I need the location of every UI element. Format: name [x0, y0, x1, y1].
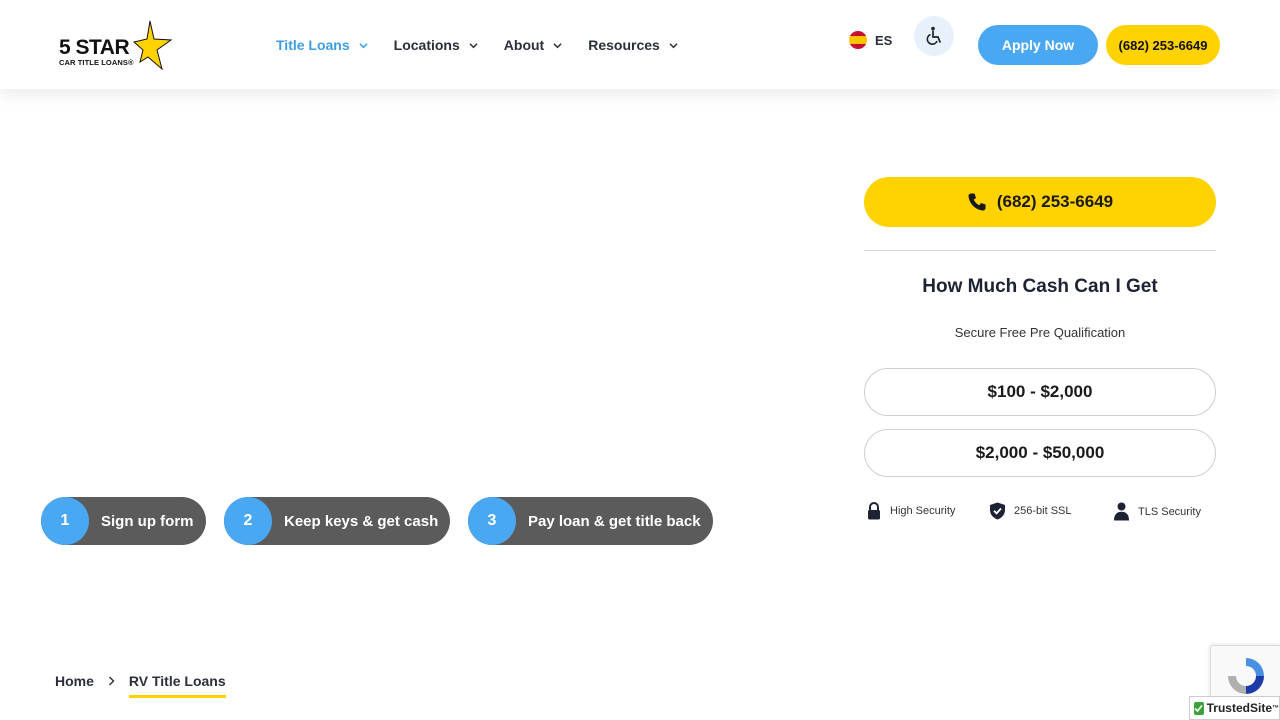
nav-item-resources[interactable]: Resources	[588, 37, 678, 53]
step-label: Sign up form	[101, 512, 194, 530]
step-number: 2	[224, 497, 272, 545]
step-label: Keep keys & get cash	[284, 512, 439, 530]
security-label: TLS Security	[1138, 505, 1201, 518]
sidebar-subtitle: Secure Free Pre Qualification	[954, 325, 1126, 340]
person-icon	[1114, 502, 1129, 521]
chevron-down-icon	[669, 42, 678, 48]
security-label: 256-bit SSL	[1014, 505, 1072, 517]
step-number: 1	[41, 497, 89, 545]
trustedsite-badge[interactable]: TrustedSite ™	[1189, 696, 1280, 720]
security-label: High Security	[890, 505, 956, 517]
wheelchair-icon	[926, 26, 941, 45]
security-ssl: 256-bit SSL	[989, 502, 1071, 520]
lock-icon	[868, 502, 880, 520]
logo-subtext: CAR TITLE LOANS®	[59, 58, 134, 67]
breadcrumb-home[interactable]: Home	[55, 673, 94, 689]
trustedsite-label: TrustedSite	[1206, 701, 1272, 715]
nav-item-label: Title Loans	[276, 37, 350, 53]
sidebar-phone-label: (682) 253-6649	[996, 192, 1114, 211]
shield-check-icon	[990, 502, 1005, 520]
chevron-right-icon	[108, 676, 115, 686]
nav-item-title-loans[interactable]: Title Loans	[276, 37, 368, 53]
range-button-small[interactable]: $100 - $2,000	[864, 368, 1216, 416]
recaptcha-icon	[1228, 658, 1264, 694]
logo-text: 5 STAR	[59, 36, 130, 59]
security-tls: TLS Security	[1113, 502, 1201, 521]
checkmark-icon	[1194, 701, 1204, 715]
step-pay-loan: 3 Pay loan & get title back	[468, 497, 713, 545]
nav-item-locations[interactable]: Locations	[394, 37, 478, 53]
sidebar-title: How Much Cash Can I Get	[922, 276, 1158, 297]
language-switch[interactable]: ES	[849, 31, 892, 49]
sidebar-divider	[864, 250, 1216, 251]
header-phone-button[interactable]: (682) 253-6649	[1106, 25, 1220, 65]
sidebar-phone-button[interactable]: (682) 253-6649	[864, 177, 1216, 227]
accessibility-button[interactable]	[914, 16, 954, 56]
phone-icon	[968, 193, 986, 211]
nav-item-label: Resources	[588, 37, 660, 53]
site-header: 5 STAR CAR TITLE LOANS® Title Loans Loca…	[0, 0, 1280, 89]
chevron-down-icon	[469, 42, 478, 48]
security-high: High Security	[866, 502, 955, 520]
step-sign-up: 1 Sign up form	[41, 497, 206, 545]
breadcrumb: Home RV Title Loans	[55, 664, 226, 698]
nav-item-about[interactable]: About	[504, 37, 562, 53]
site-logo[interactable]: 5 STAR CAR TITLE LOANS®	[58, 20, 172, 72]
spain-flag-icon	[849, 31, 867, 49]
main-nav: Title Loans Locations About Resources	[276, 33, 704, 57]
nav-item-label: Locations	[393, 37, 460, 53]
step-number: 3	[468, 497, 516, 545]
chevron-down-icon	[553, 42, 562, 48]
step-label: Pay loan & get title back	[528, 512, 701, 530]
step-keep-keys: 2 Keep keys & get cash	[224, 497, 450, 545]
chevron-down-icon	[359, 42, 368, 48]
apply-now-button[interactable]: Apply Now	[978, 25, 1098, 65]
language-label: ES	[875, 32, 893, 48]
breadcrumb-current: RV Title Loans	[128, 673, 226, 698]
range-button-large[interactable]: $2,000 - $50,000	[864, 429, 1216, 477]
nav-item-label: About	[503, 37, 545, 53]
